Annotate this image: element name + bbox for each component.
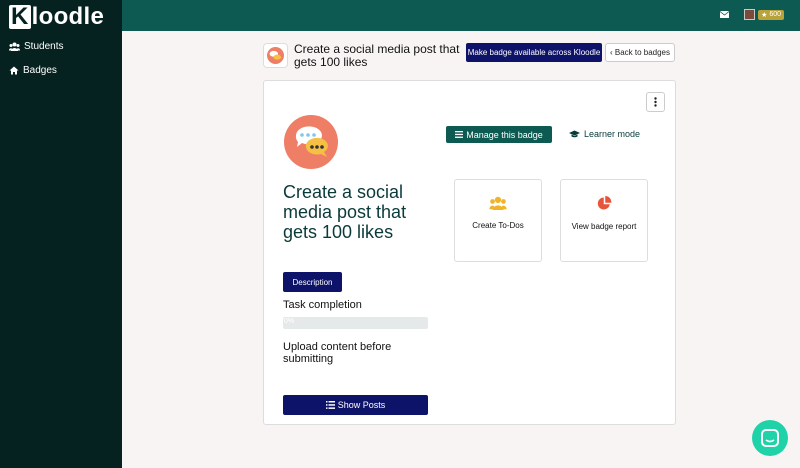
badge-image xyxy=(284,115,338,169)
pie-chart-icon xyxy=(597,196,611,210)
top-bar: ★ 600 xyxy=(122,0,800,31)
manage-badge-label: Manage this badge xyxy=(466,129,543,140)
create-todos-tile[interactable]: Create To-Dos xyxy=(454,179,542,262)
logo[interactable]: K loodle xyxy=(0,0,122,34)
show-posts-button[interactable]: Show Posts xyxy=(283,395,428,415)
sidebar-item-label: Badges xyxy=(23,64,57,76)
badge-thumbnail xyxy=(263,43,288,68)
logo-text: loodle xyxy=(31,3,105,30)
progress-text: 0% xyxy=(284,318,295,325)
learner-mode-link[interactable]: Learner mode xyxy=(569,129,640,139)
graduation-cap-icon xyxy=(569,130,580,138)
points-badge: ★ 600 xyxy=(758,9,784,20)
chat-widget-button[interactable] xyxy=(752,420,788,456)
avatar[interactable] xyxy=(744,9,756,20)
view-badge-report-label: View badge report xyxy=(571,222,637,231)
task-completion-progress-bar: 0% xyxy=(283,317,428,329)
badge-card: Create a social media post that gets 100… xyxy=(263,80,676,425)
learner-mode-label: Learner mode xyxy=(584,129,641,139)
chat-bubbles-icon xyxy=(267,47,284,64)
list-icon xyxy=(325,401,335,409)
badge-title: Create a social media post that gets 100… xyxy=(283,182,407,242)
chat-bubbles-icon xyxy=(295,126,328,157)
users-icon xyxy=(489,196,507,210)
users-icon xyxy=(9,42,20,51)
mail-icon[interactable] xyxy=(720,11,730,18)
home-icon xyxy=(9,66,19,74)
page-title: Create a social media post that gets 100… xyxy=(294,42,460,69)
manage-badge-button[interactable]: Manage this badge xyxy=(446,126,552,143)
sidebar: K loodle Students Badges xyxy=(0,0,122,468)
points-value: 600 xyxy=(769,11,781,18)
show-posts-label: Show Posts xyxy=(337,400,386,410)
sidebar-item-label: Students xyxy=(24,40,64,52)
task-completion-label: Task completion xyxy=(283,299,362,311)
back-to-badges-button[interactable]: ‹ Back to badges xyxy=(605,43,675,62)
create-todos-label: Create To-Dos xyxy=(472,221,524,230)
description-button[interactable]: Description xyxy=(283,272,342,292)
upload-content-text: Upload content before submitting xyxy=(283,341,392,365)
make-badge-available-button[interactable]: Make badge available across Kloodle xyxy=(466,43,602,62)
view-badge-report-tile[interactable]: View badge report xyxy=(560,179,648,262)
sidebar-item-badges[interactable]: Badges xyxy=(0,58,122,82)
star-icon: ★ xyxy=(761,11,770,19)
list-icon xyxy=(455,131,464,138)
sidebar-item-students[interactable]: Students xyxy=(0,34,122,58)
chat-icon xyxy=(761,429,779,447)
more-options-icon[interactable] xyxy=(646,92,665,112)
logo-initial: K xyxy=(9,3,31,30)
